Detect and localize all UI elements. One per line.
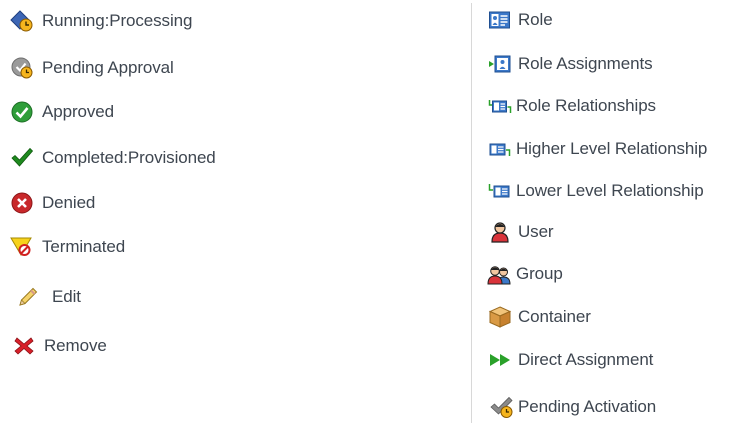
legend-item-terminated: Terminated — [10, 235, 125, 259]
pending-approval-icon — [10, 56, 34, 80]
approved-icon — [10, 100, 34, 124]
denied-icon — [10, 191, 34, 215]
container-icon — [488, 305, 512, 329]
legend-item-role-relationships: Role Relationships — [488, 94, 656, 118]
legend-item-direct-assignment: Direct Assignment — [488, 348, 653, 372]
legend-item-pending-activation: Pending Activation — [490, 395, 656, 419]
legend-label: Group — [516, 264, 563, 283]
legend-item-remove: Remove — [12, 334, 107, 358]
legend-item-container: Container — [488, 305, 591, 329]
legend-item-group: Group — [487, 262, 563, 286]
group-icon — [487, 262, 511, 286]
legend-item-running-processing: Running:Processing — [10, 9, 192, 33]
legend-label: Remove — [44, 336, 107, 355]
direct-assignment-icon — [488, 348, 512, 372]
role-icon — [488, 8, 512, 32]
legend-label: Approved — [42, 102, 114, 121]
legend-label: Role Relationships — [516, 96, 656, 115]
edit-icon — [16, 285, 40, 309]
legend-label: Terminated — [42, 237, 126, 256]
legend-label: Direct Assignment — [518, 350, 654, 369]
role-relationships-icon — [488, 94, 512, 118]
legend-label: Denied — [42, 193, 96, 212]
legend-label: Container — [518, 307, 591, 326]
legend-label: Role Assignments — [518, 54, 653, 73]
legend-item-user: User — [488, 220, 554, 244]
terminated-icon — [10, 235, 34, 259]
column-divider — [471, 3, 472, 423]
higher-level-relationship-icon — [488, 137, 512, 161]
legend-label: Edit — [52, 287, 81, 306]
legend-label: User — [518, 222, 554, 241]
legend-item-role-assignments: Role Assignments — [488, 52, 653, 76]
legend-item-role: Role — [488, 8, 553, 32]
legend-item-pending-approval: Pending Approval — [10, 56, 174, 80]
legend-label: Role — [518, 10, 553, 29]
legend-item-denied: Denied — [10, 191, 95, 215]
legend-label: Lower Level Relationship — [516, 181, 704, 200]
legend-item-lower-level-relationship: Lower Level Relationship — [488, 179, 704, 203]
role-assignments-icon — [488, 52, 512, 76]
legend-label: Pending Activation — [518, 397, 657, 416]
legend-label: Higher Level Relationship — [516, 139, 708, 158]
lower-level-relationship-icon — [488, 179, 512, 203]
legend-item-completed-provisioned: Completed:Provisioned — [10, 146, 216, 170]
legend-item-higher-level-relationship: Higher Level Relationship — [488, 137, 707, 161]
remove-icon — [12, 334, 36, 358]
legend-label: Running:Processing — [42, 11, 193, 30]
pending-activation-icon — [490, 395, 514, 419]
user-icon — [488, 220, 512, 244]
completed-provisioned-icon — [10, 146, 34, 170]
running-processing-icon — [10, 9, 34, 33]
legend-item-edit: Edit — [16, 285, 81, 309]
legend-item-approved: Approved — [10, 100, 114, 124]
legend-label: Pending Approval — [42, 58, 174, 77]
legend-label: Completed:Provisioned — [42, 148, 216, 167]
